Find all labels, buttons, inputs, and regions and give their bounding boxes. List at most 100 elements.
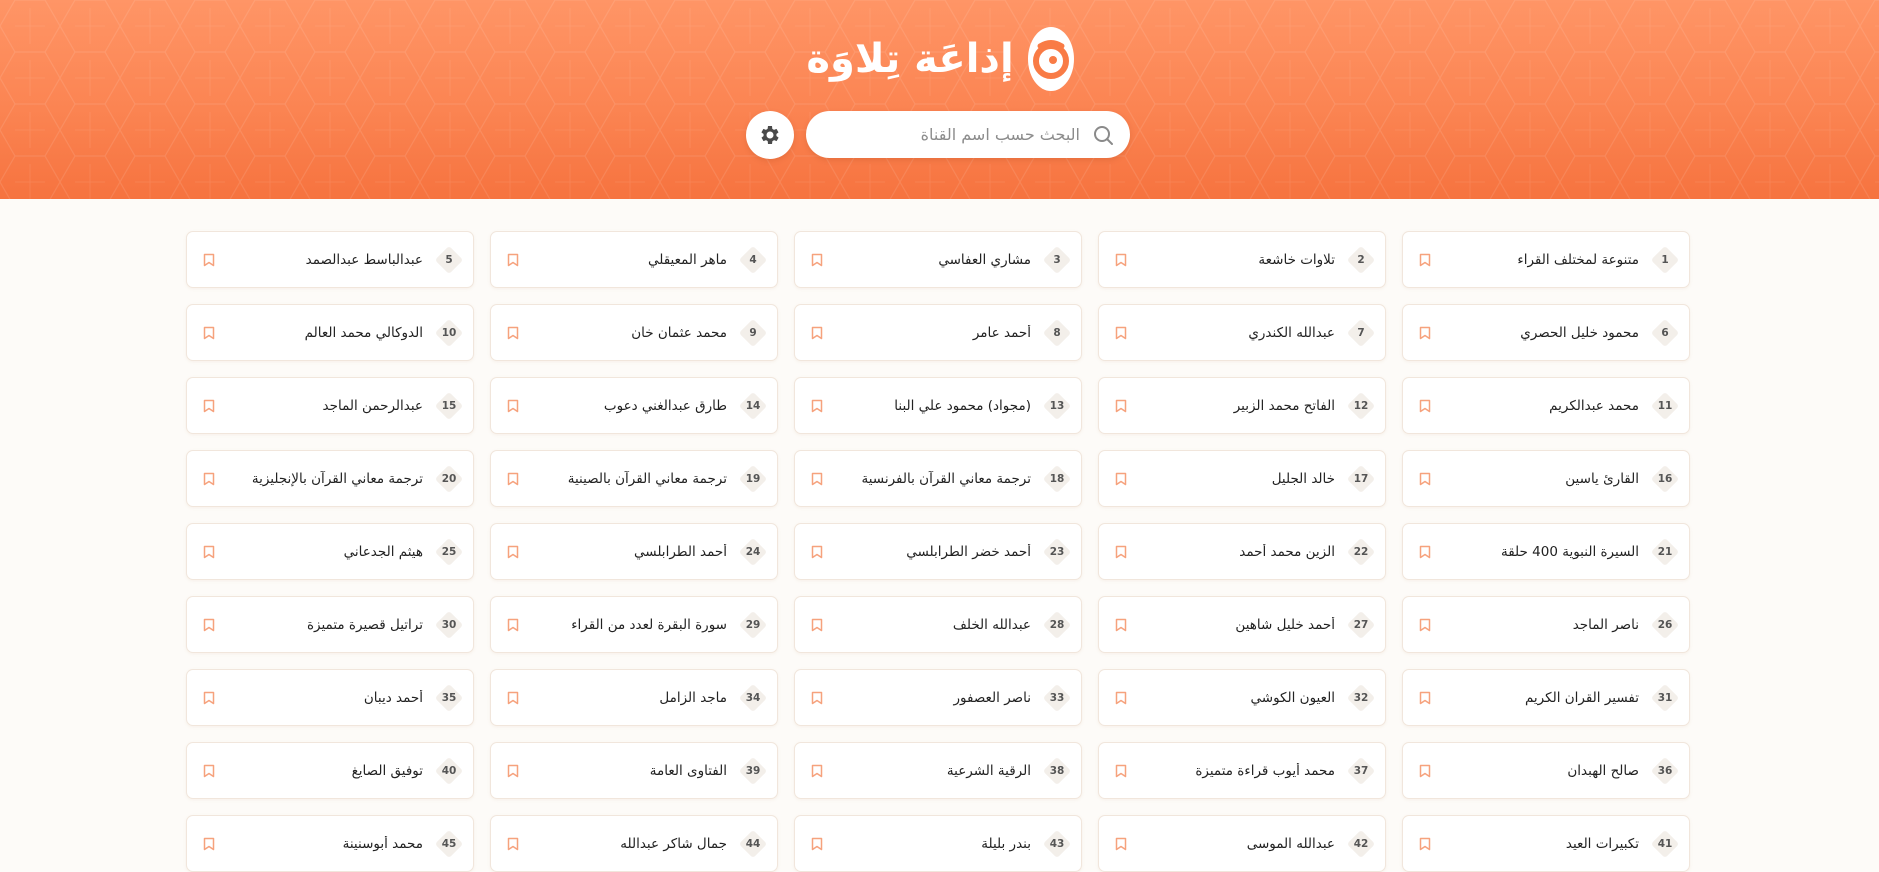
bookmark-icon[interactable] (201, 617, 217, 633)
bookmark-icon[interactable] (505, 690, 521, 706)
bookmark-icon[interactable] (809, 252, 825, 268)
channel-card[interactable]: 25 هيثم الجدعاني (186, 523, 474, 580)
channel-card[interactable]: 34 ماجد الزامل (490, 669, 778, 726)
bookmark-icon[interactable] (1113, 325, 1129, 341)
channel-card[interactable]: 18 ترجمة معاني القرآن بالفرنسية (794, 450, 1082, 507)
bookmark-icon[interactable] (201, 471, 217, 487)
channel-card[interactable]: 33 ناصر العصفور (794, 669, 1082, 726)
channel-card[interactable]: 13 (مجواد) محمود علي البنا (794, 377, 1082, 434)
bookmark-icon[interactable] (201, 690, 217, 706)
bookmark-icon[interactable] (201, 544, 217, 560)
channel-number: 39 (745, 764, 761, 777)
channel-card[interactable]: 14 طارق عبدالغني دعوب (490, 377, 778, 434)
bookmark-icon[interactable] (809, 325, 825, 341)
channel-card[interactable]: 12 الفاتح محمد الزبير (1098, 377, 1386, 434)
channel-card[interactable]: 19 ترجمة معاني القرآن بالصينية (490, 450, 778, 507)
channel-card[interactable]: 28 عبدالله الخلف (794, 596, 1082, 653)
bookmark-icon[interactable] (809, 398, 825, 414)
bookmark-icon[interactable] (505, 836, 521, 852)
channel-card[interactable]: 44 جمال شاكر عبدالله (490, 815, 778, 872)
channel-card[interactable]: 39 الفتاوى العامة (490, 742, 778, 799)
channel-card[interactable]: 42 عبدالله الموسى (1098, 815, 1386, 872)
bookmark-icon[interactable] (809, 763, 825, 779)
channel-card[interactable]: 15 عبدالرحمن الماجد (186, 377, 474, 434)
bookmark-icon[interactable] (809, 617, 825, 633)
search-bar (806, 111, 1130, 158)
channel-card[interactable]: 21 السيرة النبوية 400 حلقة (1402, 523, 1690, 580)
bookmark-icon[interactable] (809, 836, 825, 852)
channel-card[interactable]: 27 أحمد خليل شاهين (1098, 596, 1386, 653)
channel-card[interactable]: 45 محمد أبوسنينة (186, 815, 474, 872)
channel-card[interactable]: 20 ترجمة معاني القرآن بالإنجليزية (186, 450, 474, 507)
channel-card[interactable]: 8 أحمد عامر (794, 304, 1082, 361)
channel-card[interactable]: 22 الزين محمد أحمد (1098, 523, 1386, 580)
bookmark-icon[interactable] (809, 690, 825, 706)
channel-card[interactable]: 30 تراتيل قصيرة متميزة (186, 596, 474, 653)
bookmark-icon[interactable] (505, 325, 521, 341)
channel-card[interactable]: 43 بندر بليلة (794, 815, 1082, 872)
channel-card[interactable]: 32 العيون الكوشي (1098, 669, 1386, 726)
bookmark-icon[interactable] (505, 763, 521, 779)
channel-card[interactable]: 24 أحمد الطرابلسي (490, 523, 778, 580)
channel-number-badge: 22 (1346, 537, 1376, 567)
channel-card[interactable]: 10 الدوكالي محمد العالم (186, 304, 474, 361)
bookmark-icon[interactable] (1417, 690, 1433, 706)
channel-card[interactable]: 37 محمد أيوب قراءة متميزة (1098, 742, 1386, 799)
bookmark-icon[interactable] (201, 325, 217, 341)
channel-card[interactable]: 11 محمد عبدالكريم (1402, 377, 1690, 434)
bookmark-icon[interactable] (1113, 690, 1129, 706)
bookmark-icon[interactable] (1417, 763, 1433, 779)
channel-card[interactable]: 16 القارئ ياسين (1402, 450, 1690, 507)
bookmark-icon[interactable] (505, 617, 521, 633)
channel-card[interactable]: 5 عبدالباسط عبدالصمد (186, 231, 474, 288)
settings-button[interactable] (746, 111, 794, 159)
channel-card[interactable]: 2 تلاوات خاشعة (1098, 231, 1386, 288)
channel-card[interactable]: 40 توفيق الصايغ (186, 742, 474, 799)
bookmark-icon[interactable] (1417, 252, 1433, 268)
channel-card[interactable]: 4 ماهر المعيقلي (490, 231, 778, 288)
channel-card[interactable]: 9 محمد عثمان خان (490, 304, 778, 361)
bookmark-icon[interactable] (809, 544, 825, 560)
bookmark-icon[interactable] (1417, 544, 1433, 560)
channel-card[interactable]: 7 عبدالله الكندري (1098, 304, 1386, 361)
channel-card[interactable]: 31 تفسير القران الكريم (1402, 669, 1690, 726)
bookmark-icon[interactable] (1113, 398, 1129, 414)
bookmark-icon[interactable] (505, 252, 521, 268)
bookmark-icon[interactable] (505, 471, 521, 487)
channel-card[interactable]: 23 أحمد خضر الطرابلسي (794, 523, 1082, 580)
bookmark-icon[interactable] (1113, 544, 1129, 560)
channel-number: 40 (441, 764, 457, 777)
bookmark-icon[interactable] (809, 471, 825, 487)
bookmark-icon[interactable] (1417, 398, 1433, 414)
channel-card[interactable]: 3 مشاري العفاسي (794, 231, 1082, 288)
channel-card[interactable]: 17 خالد الجليل (1098, 450, 1386, 507)
channel-card[interactable]: 6 محمود خليل الحصري (1402, 304, 1690, 361)
bookmark-icon[interactable] (1417, 617, 1433, 633)
bookmark-icon[interactable] (1417, 325, 1433, 341)
bookmark-icon[interactable] (201, 252, 217, 268)
bookmark-icon[interactable] (505, 398, 521, 414)
channel-card[interactable]: 26 ناصر الماجد (1402, 596, 1690, 653)
bookmark-icon[interactable] (1113, 617, 1129, 633)
bookmark-icon[interactable] (1417, 836, 1433, 852)
channel-card[interactable]: 41 تكبيرات العيد (1402, 815, 1690, 872)
channel-card[interactable]: 38 الرقية الشرعية (794, 742, 1082, 799)
channel-number: 43 (1049, 837, 1065, 850)
bookmark-icon[interactable] (201, 763, 217, 779)
bookmark-icon[interactable] (201, 836, 217, 852)
channel-card[interactable]: 1 متنوعة لمختلف القراء (1402, 231, 1690, 288)
bookmark-icon[interactable] (505, 544, 521, 560)
bookmark-icon[interactable] (1113, 836, 1129, 852)
search-input[interactable] (806, 111, 1084, 158)
channel-card[interactable]: 35 أحمد ديبان (186, 669, 474, 726)
bookmark-icon[interactable] (1113, 252, 1129, 268)
channel-card[interactable]: 36 صالح الهبدان (1402, 742, 1690, 799)
channel-card[interactable]: 29 سورة البقرة لعدد من القراء (490, 596, 778, 653)
channel-name: جمال شاكر عبدالله (620, 835, 727, 852)
channel-name: بندر بليلة (981, 835, 1031, 852)
bookmark-icon[interactable] (201, 398, 217, 414)
bookmark-icon[interactable] (1113, 763, 1129, 779)
channel-name: القارئ ياسين (1565, 470, 1639, 487)
bookmark-icon[interactable] (1113, 471, 1129, 487)
bookmark-icon[interactable] (1417, 471, 1433, 487)
